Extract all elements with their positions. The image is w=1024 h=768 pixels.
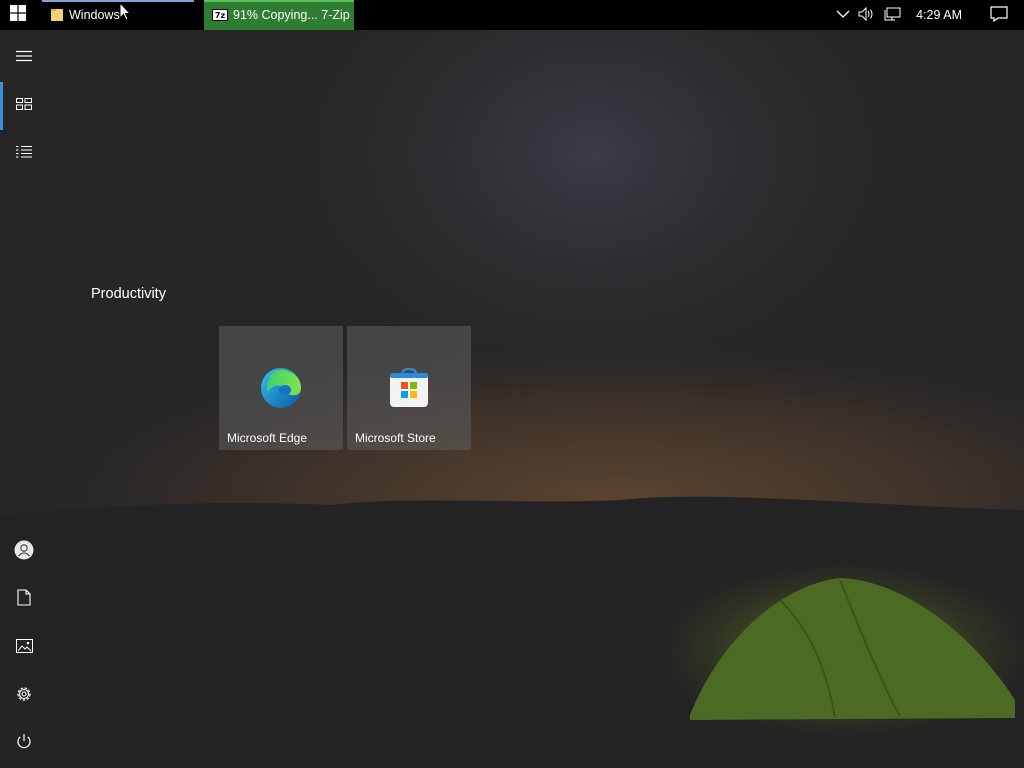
power-icon [16, 733, 32, 755]
show-hidden-icons-button[interactable] [832, 0, 854, 30]
all-apps-button[interactable] [0, 130, 48, 178]
notification-icon [990, 5, 1008, 25]
active-indicator [42, 0, 194, 2]
speaker-icon [858, 6, 876, 24]
documents-button[interactable] [0, 576, 48, 624]
settings-button[interactable] [0, 672, 48, 720]
desktop-wallpaper [0, 0, 1024, 768]
network-button[interactable] [880, 0, 906, 30]
power-button[interactable] [0, 720, 48, 768]
progress-indicator [204, 0, 354, 2]
pinned-tiles-button[interactable] [0, 82, 48, 130]
tile-microsoft-edge[interactable]: Microsoft Edge [219, 326, 343, 450]
user-account-button[interactable] [0, 528, 48, 576]
tile-label: Microsoft Store [355, 431, 436, 445]
taskbar-item-label: Windows [69, 8, 120, 22]
7zip-icon: 7z [212, 9, 228, 21]
all-apps-icon [16, 145, 32, 164]
mouse-cursor-icon [119, 1, 132, 25]
system-tray: 4:29 AM [832, 0, 1024, 30]
taskbar-item-label: 91% Copying... 7-Zip [233, 8, 350, 22]
tile-group-title[interactable]: Productivity [91, 286, 166, 302]
documents-icon [17, 589, 31, 611]
edge-icon [259, 366, 303, 410]
taskbar-item-7zip[interactable]: 7z 91% Copying... 7-Zip [204, 0, 354, 30]
pictures-icon [15, 638, 33, 658]
start-menu-rail [0, 30, 48, 768]
action-center-button[interactable] [974, 0, 1024, 30]
taskbar-item-file-explorer[interactable]: Windows [42, 0, 202, 30]
user-icon [14, 540, 34, 565]
windows-logo-icon [10, 4, 26, 26]
expand-menu-button[interactable] [0, 34, 48, 82]
settings-icon [15, 685, 33, 708]
chevron-up-icon [836, 8, 850, 22]
clock[interactable]: 4:29 AM [906, 0, 974, 30]
taskbar: Windows 7z 91% Copying... 7-Zip 4:29 AM [0, 0, 1024, 30]
svg-text:7z: 7z [215, 11, 226, 20]
volume-button[interactable] [854, 0, 880, 30]
tile-microsoft-store[interactable]: Microsoft Store [347, 326, 471, 450]
pictures-button[interactable] [0, 624, 48, 672]
menu-icon [16, 49, 32, 67]
start-button[interactable] [0, 0, 36, 30]
network-icon [884, 6, 902, 25]
tiles-icon [16, 97, 32, 115]
store-icon [387, 366, 431, 410]
tile-label: Microsoft Edge [227, 431, 308, 445]
folder-icon [50, 8, 64, 22]
